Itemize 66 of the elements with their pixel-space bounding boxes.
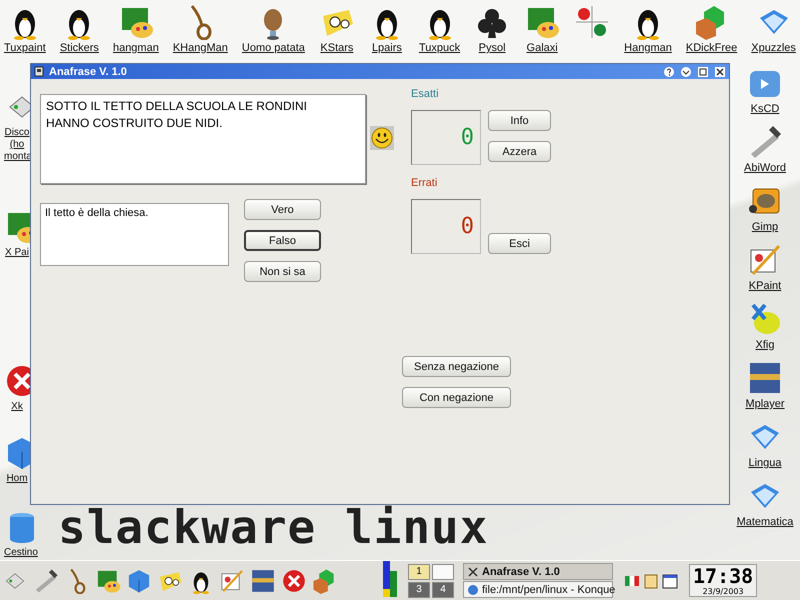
- smiley-icon: [370, 126, 394, 150]
- counter-digit: 0: [460, 126, 474, 148]
- window-title: Anafrase V. 1.0: [49, 66, 127, 78]
- film-icon[interactable]: [250, 568, 276, 594]
- calendar-icon[interactable]: [662, 572, 678, 588]
- load-meter-icon: [383, 560, 397, 596]
- clock-date: 23/9/2003: [702, 587, 744, 596]
- counter-label: Esatti: [411, 88, 440, 102]
- icon-label[interactable]: Tuxpaint: [4, 42, 46, 54]
- film-icon[interactable]: [747, 360, 783, 396]
- icon-label[interactable]: Galaxi: [526, 42, 558, 54]
- icon-label[interactable]: KPaint: [748, 280, 782, 292]
- mode-button[interactable]: Senza negazione: [402, 356, 511, 377]
- task-button[interactable]: file:/mnt/pen/linux - Konque: [463, 581, 613, 598]
- side-button[interactable]: Info: [488, 110, 551, 131]
- icon-label[interactable]: Lpairs: [372, 42, 402, 54]
- cross-icon[interactable]: [281, 568, 307, 594]
- desktop-button[interactable]: 1: [408, 564, 430, 580]
- desktop-button[interactable]: 3: [408, 582, 430, 598]
- answer-button[interactable]: Falso: [244, 230, 321, 251]
- icon-label[interactable]: Mplayer: [745, 398, 785, 410]
- brush-icon[interactable]: [219, 568, 245, 594]
- x-icon: [467, 566, 479, 578]
- icon-label[interactable]: Cestino: [4, 547, 38, 559]
- globe-icon: [467, 584, 479, 596]
- icon-label[interactable]: Stickers: [60, 42, 99, 54]
- icon-label[interactable]: X Pai: [4, 247, 30, 259]
- cube-icon[interactable]: [126, 568, 152, 594]
- icon-label[interactable]: Lingua: [748, 457, 782, 469]
- help-icon[interactable]: [663, 66, 675, 78]
- icon-label[interactable]: Xpuzzles: [751, 42, 796, 54]
- desktop-button[interactable]: 4: [432, 582, 454, 598]
- dots-icon[interactable]: [574, 4, 610, 40]
- icon-label[interactable]: Pysol: [478, 42, 506, 54]
- answer-button[interactable]: Vero: [244, 199, 321, 220]
- desktop-button[interactable]: [432, 564, 454, 580]
- pen-icon[interactable]: [33, 568, 59, 594]
- counter-label: Errati: [411, 177, 438, 191]
- side-button[interactable]: Esci: [488, 233, 551, 254]
- icon-label[interactable]: KsCD: [750, 103, 780, 115]
- icon-label[interactable]: KDickFree: [686, 42, 738, 54]
- maximize-icon[interactable]: [697, 66, 709, 78]
- clipboard-icon[interactable]: [643, 572, 659, 588]
- side-button[interactable]: Azzera: [488, 141, 551, 162]
- icon-label[interactable]: Xfig: [756, 339, 774, 351]
- app-icon[interactable]: [34, 66, 44, 77]
- clock-time: 17:38: [693, 565, 754, 587]
- icon-label[interactable]: KStars: [320, 42, 354, 54]
- task-button[interactable]: Anafrase V. 1.0: [463, 563, 613, 580]
- icon-label[interactable]: Hangman: [624, 42, 672, 54]
- icon-label[interactable]: Hom: [4, 473, 30, 485]
- sentence-text: SOTTO IL TETTO DELLA SCUOLA LE RONDINI HANNO COSTRUITO DUE NIDI.: [40, 94, 366, 184]
- wallpaper-text: slackware linux: [58, 500, 488, 554]
- icon-label[interactable]: KHangMan: [172, 42, 228, 54]
- icon-label[interactable]: Tuxpuck: [418, 42, 460, 54]
- icon-label[interactable]: hangman: [112, 42, 159, 54]
- answer-button[interactable]: Non si sa: [244, 261, 321, 282]
- icon-label[interactable]: Matematica: [736, 516, 794, 528]
- icon-label[interactable]: Uomo patata: [242, 42, 305, 54]
- counter-digit: 0: [460, 216, 474, 238]
- icon-label[interactable]: Xk: [4, 401, 30, 413]
- mode-button[interactable]: Con negazione: [402, 387, 511, 408]
- close-icon[interactable]: [714, 66, 726, 78]
- statement-text: Il tetto è della chiesa.: [40, 203, 229, 266]
- icon-label[interactable]: Gimp: [752, 221, 778, 233]
- icon-label[interactable]: AbiWord: [744, 162, 786, 174]
